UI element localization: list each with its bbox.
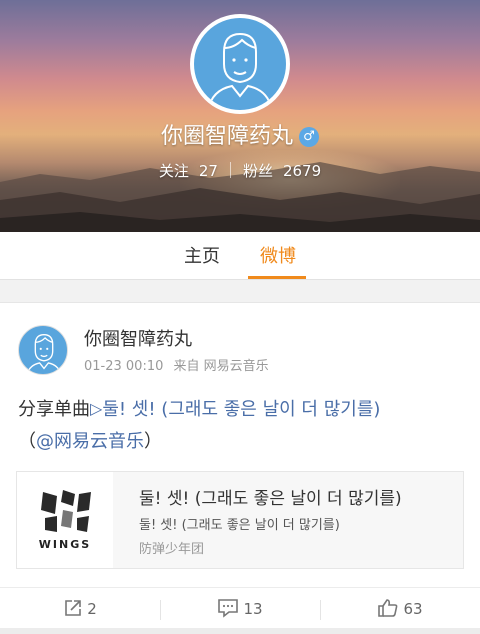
following-link[interactable]: 关注 27 bbox=[159, 162, 218, 180]
close-paren: ） bbox=[144, 431, 162, 452]
post-author-avatar[interactable] bbox=[18, 325, 68, 375]
music-card-title: 둘! 셋! (그래도 좋은 날이 더 많기를) bbox=[139, 489, 402, 509]
open-paren: （ bbox=[18, 431, 36, 452]
comment-count: 13 bbox=[243, 600, 263, 618]
play-icon: ▷ bbox=[90, 399, 103, 418]
album-art-icon bbox=[41, 490, 91, 532]
active-tab-indicator bbox=[248, 276, 306, 279]
post-source: 网易云音乐 bbox=[203, 359, 269, 374]
profile-name-text: 你圈智障药丸 bbox=[160, 124, 293, 149]
profile-header: 你圈智障药丸 ♂ 关注 27 粉丝 2679 bbox=[0, 0, 480, 232]
profile-name: 你圈智障药丸 ♂ bbox=[0, 118, 480, 150]
like-count: 63 bbox=[403, 600, 423, 618]
followers-link[interactable]: 粉丝 2679 bbox=[243, 162, 321, 180]
bottom-separator bbox=[0, 628, 480, 634]
followers-count: 2679 bbox=[282, 162, 322, 180]
default-avatar-icon bbox=[207, 32, 273, 110]
music-card[interactable]: WINGS 둘! 셋! (그래도 좋은 날이 더 많기를) 둘! 셋! (그래도… bbox=[16, 471, 464, 569]
album-title: WINGS bbox=[38, 538, 92, 551]
repost-icon bbox=[65, 600, 82, 616]
profile-avatar[interactable] bbox=[190, 14, 290, 114]
post-time: 01-23 00:10 bbox=[84, 359, 164, 374]
like-button[interactable]: 63 bbox=[320, 588, 480, 630]
repost-count: 2 bbox=[87, 600, 97, 618]
profile-stats: 关注 27 粉丝 2679 bbox=[0, 160, 480, 181]
music-card-artist: 防弹少年团 bbox=[139, 542, 205, 557]
comment-icon bbox=[218, 599, 239, 618]
post-source-prefix: 来自 bbox=[173, 359, 200, 374]
mention-link[interactable]: @网易云音乐 bbox=[36, 431, 144, 452]
stats-divider bbox=[229, 162, 231, 178]
followers-label: 粉丝 bbox=[242, 162, 273, 180]
post-meta: 01-23 00:10 来自 网易云音乐 bbox=[84, 355, 269, 374]
post-author-name[interactable]: 你圈智障药丸 bbox=[84, 325, 192, 351]
post-body: 分享单曲▷둘! 셋! (그래도 좋은 날이 더 많기를) （@网易云音乐） bbox=[18, 393, 468, 458]
album-cover: WINGS bbox=[17, 472, 113, 568]
male-gender-icon: ♂ bbox=[299, 127, 319, 147]
tab-weibo[interactable]: 微博 bbox=[248, 242, 308, 268]
profile-tabs: 主页 微博 bbox=[0, 232, 480, 280]
tab-home[interactable]: 主页 bbox=[172, 242, 232, 268]
song-link[interactable]: 둘! 셋! (그래도 좋은 날이 더 많기를) bbox=[102, 399, 380, 420]
thumbs-up-icon bbox=[378, 599, 398, 617]
post-actions: 2 13 63 bbox=[0, 587, 480, 629]
post-card[interactable]: 你圈智障药丸 01-23 00:10 来自 网易云音乐 分享单曲▷둘! 셋! (… bbox=[0, 302, 480, 628]
comment-button[interactable]: 13 bbox=[160, 588, 320, 630]
following-label: 关注 bbox=[158, 162, 189, 180]
music-card-subtitle: 둘! 셋! (그래도 좋은 날이 더 많기를) bbox=[139, 518, 340, 533]
following-count: 27 bbox=[198, 162, 218, 180]
post-text-prefix: 分享单曲 bbox=[18, 399, 90, 420]
default-avatar-icon bbox=[26, 334, 62, 374]
repost-button[interactable]: 2 bbox=[0, 588, 160, 630]
